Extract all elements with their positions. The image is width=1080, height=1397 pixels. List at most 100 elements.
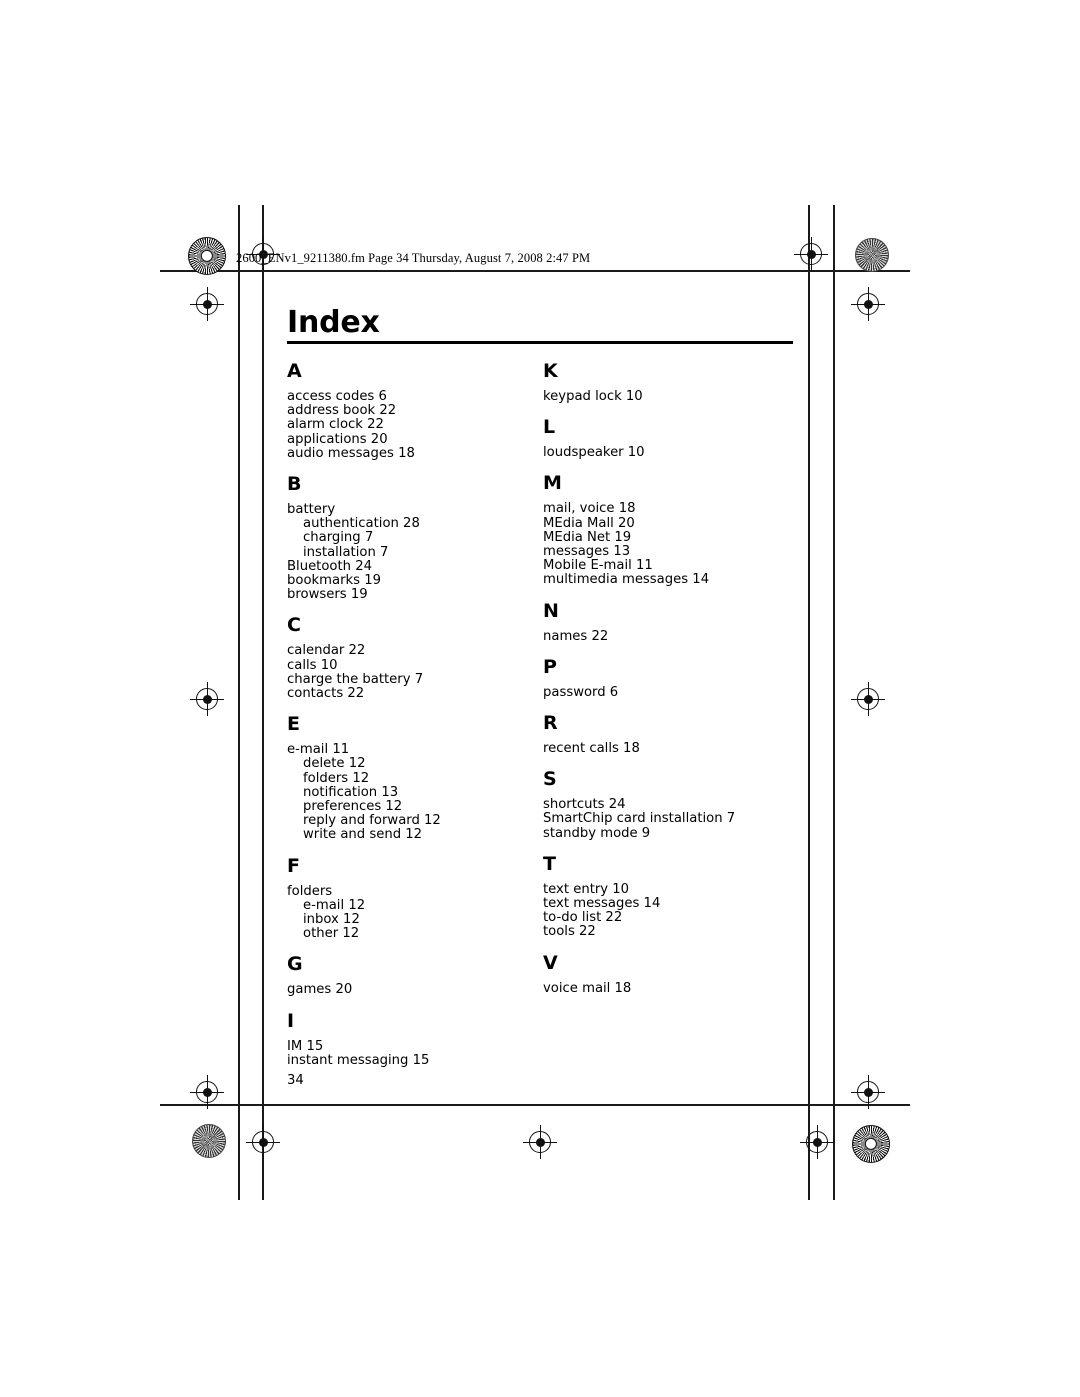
index-letter-group: Bbattery authentication 28 charging 7 insta…: [287, 475, 537, 602]
index-letter-heading: N: [543, 599, 559, 622]
index-subentry[interactable]: other 12: [287, 927, 537, 941]
index-letter-group: Kkeypad lock 10: [543, 362, 793, 404]
registration-mark-mid-left: [190, 682, 224, 716]
index-letter-heading: V: [543, 951, 558, 974]
index-entry[interactable]: shortcuts 24: [543, 798, 793, 812]
index-letter-heading: A: [287, 360, 302, 382]
index-letter-heading: R: [543, 712, 558, 735]
index-letter-heading: C: [287, 614, 301, 637]
index-entry[interactable]: address book 22: [287, 404, 537, 418]
index-entry[interactable]: charge the battery 7: [287, 672, 537, 687]
index-entry[interactable]: text entry 10: [543, 882, 793, 897]
index-entry[interactable]: password 6: [543, 685, 793, 700]
index-subentry[interactable]: preferences 12: [287, 799, 537, 814]
index-entry[interactable]: SmartChip card installation 7: [543, 812, 793, 826]
index-entry[interactable]: alarm clock 22: [287, 418, 537, 432]
index-letter-heading: K: [543, 360, 558, 382]
index-entry[interactable]: names 22: [543, 629, 793, 644]
index-subentry[interactable]: charging 7: [287, 531, 537, 545]
index-subentry[interactable]: reply and forward 12: [287, 814, 537, 828]
index-entry[interactable]: loudspeaker 10: [543, 446, 793, 460]
index-entry[interactable]: text messages 14: [543, 896, 793, 911]
registration-mark-bottom-inner-right: [800, 1125, 834, 1159]
index-subentry[interactable]: e-mail 12: [287, 898, 537, 913]
crop-line-left: [238, 205, 240, 1200]
halftone-mark-bottom-left: [192, 1124, 226, 1158]
index-letter-group: Aaccess codes 6 address book 22 alarm cloc…: [287, 362, 537, 461]
index-entry[interactable]: multimedia messages 14: [543, 573, 793, 587]
index-entry[interactable]: calendar 22: [287, 644, 537, 658]
registration-mark-mid-right: [851, 682, 885, 716]
index-entry[interactable]: messages 13: [543, 544, 793, 559]
index-entry[interactable]: applications 20: [287, 432, 537, 447]
registration-mark-mid-left-top: [190, 287, 224, 321]
index-letter-heading: M: [543, 472, 562, 495]
crop-line-right-inner: [808, 205, 810, 1200]
registration-mark-top-right: [794, 237, 828, 271]
index-subentry[interactable]: delete 12: [287, 757, 537, 771]
index-entry[interactable]: IM 15: [287, 1039, 537, 1054]
index-entry[interactable]: contacts 22: [287, 686, 537, 701]
index-entry[interactable]: Bluetooth 24: [287, 559, 537, 574]
file-header-line: 2600_ENv1_9211380.fm Page 34 Thursday, A…: [236, 251, 591, 265]
index-letter-group: Sshortcuts 24 SmartChip card installation…: [543, 770, 793, 841]
registration-mark-bottom-center: [523, 1125, 557, 1159]
index-entry[interactable]: browsers 19: [287, 588, 537, 602]
page-number: 34: [287, 1073, 304, 1088]
halftone-mark-top-right: [855, 238, 889, 272]
index-entry[interactable]: folders: [287, 884, 537, 899]
index-subentry[interactable]: write and send 12: [287, 828, 537, 842]
title-underline-rule: [287, 341, 793, 344]
index-entry[interactable]: mail, voice 18: [543, 502, 793, 516]
index-entry[interactable]: tools 22: [543, 925, 793, 939]
crop-line-left-inner: [262, 205, 264, 1200]
index-subentry[interactable]: folders 12: [287, 771, 537, 786]
index-letter-heading: T: [543, 852, 556, 875]
index-letter-heading: P: [543, 655, 557, 678]
page-title: Index: [287, 305, 380, 340]
index-entry[interactable]: standby mode 9: [543, 826, 793, 841]
index-entry[interactable]: battery: [287, 502, 537, 517]
index-letter-group: Ee-mail 11 delete 12 folders 12 notificatio…: [287, 715, 537, 842]
index-entry[interactable]: instant messaging 15: [287, 1053, 537, 1068]
index-entry[interactable]: to-do list 22: [543, 911, 793, 925]
index-letter-heading: F: [287, 854, 300, 877]
index-letter-group: Vvoice mail 18: [543, 951, 793, 996]
index-letter-group: Nnames 22: [543, 599, 793, 644]
index-letter-group: Ggames 20: [287, 955, 537, 997]
index-letter-group: Ttext entry 10 text messages 14 to-do list…: [543, 852, 793, 940]
index-entry[interactable]: audio messages 18: [287, 446, 537, 461]
index-entry[interactable]: MEdia Net 19: [543, 530, 793, 545]
index-letter-group: Ccalendar 22 calls 10 charge the battery 7…: [287, 616, 537, 701]
index-letter-heading: I: [287, 1009, 295, 1032]
index-entry[interactable]: Mobile E-mail 11: [543, 559, 793, 573]
index-entry[interactable]: calls 10: [287, 658, 537, 673]
index-letter-group: Lloudspeaker 10: [543, 418, 793, 460]
registration-mark-mid-right-top: [851, 287, 885, 321]
index-entry[interactable]: MEdia Mall 20: [543, 516, 793, 531]
index-entry[interactable]: recent calls 18: [543, 741, 793, 756]
index-entry[interactable]: e-mail 11: [287, 743, 537, 757]
index-letter-group: I IM 15 instant messaging 15: [287, 1009, 537, 1068]
index-entry[interactable]: voice mail 18: [543, 981, 793, 996]
index-subentry[interactable]: inbox 12: [287, 912, 537, 927]
index-entry[interactable]: bookmarks 19: [287, 573, 537, 588]
index-entry[interactable]: keypad lock 10: [543, 389, 793, 404]
crop-line-right: [833, 205, 835, 1200]
index-letter-heading: S: [543, 768, 557, 791]
registration-mark-bottom-inner-left: [246, 1125, 280, 1159]
index-letter-group: Rrecent calls 18: [543, 714, 793, 756]
index-letter-heading: G: [287, 953, 303, 976]
index-subentry[interactable]: installation 7: [287, 545, 537, 560]
starburst-mark-top-left: [188, 237, 226, 275]
registration-mark-bottom-right: [851, 1075, 885, 1109]
crop-line-bottom: [160, 1104, 910, 1106]
registration-mark-bottom-left: [190, 1075, 224, 1109]
index-subentry[interactable]: authentication 28: [287, 517, 537, 531]
index-entry[interactable]: games 20: [287, 983, 537, 997]
index-letter-heading: B: [287, 473, 302, 496]
crop-line-top: [160, 270, 910, 272]
starburst-mark-bottom-right: [852, 1125, 890, 1163]
index-entry[interactable]: access codes 6: [287, 389, 537, 404]
index-subentry[interactable]: notification 13: [287, 785, 537, 800]
